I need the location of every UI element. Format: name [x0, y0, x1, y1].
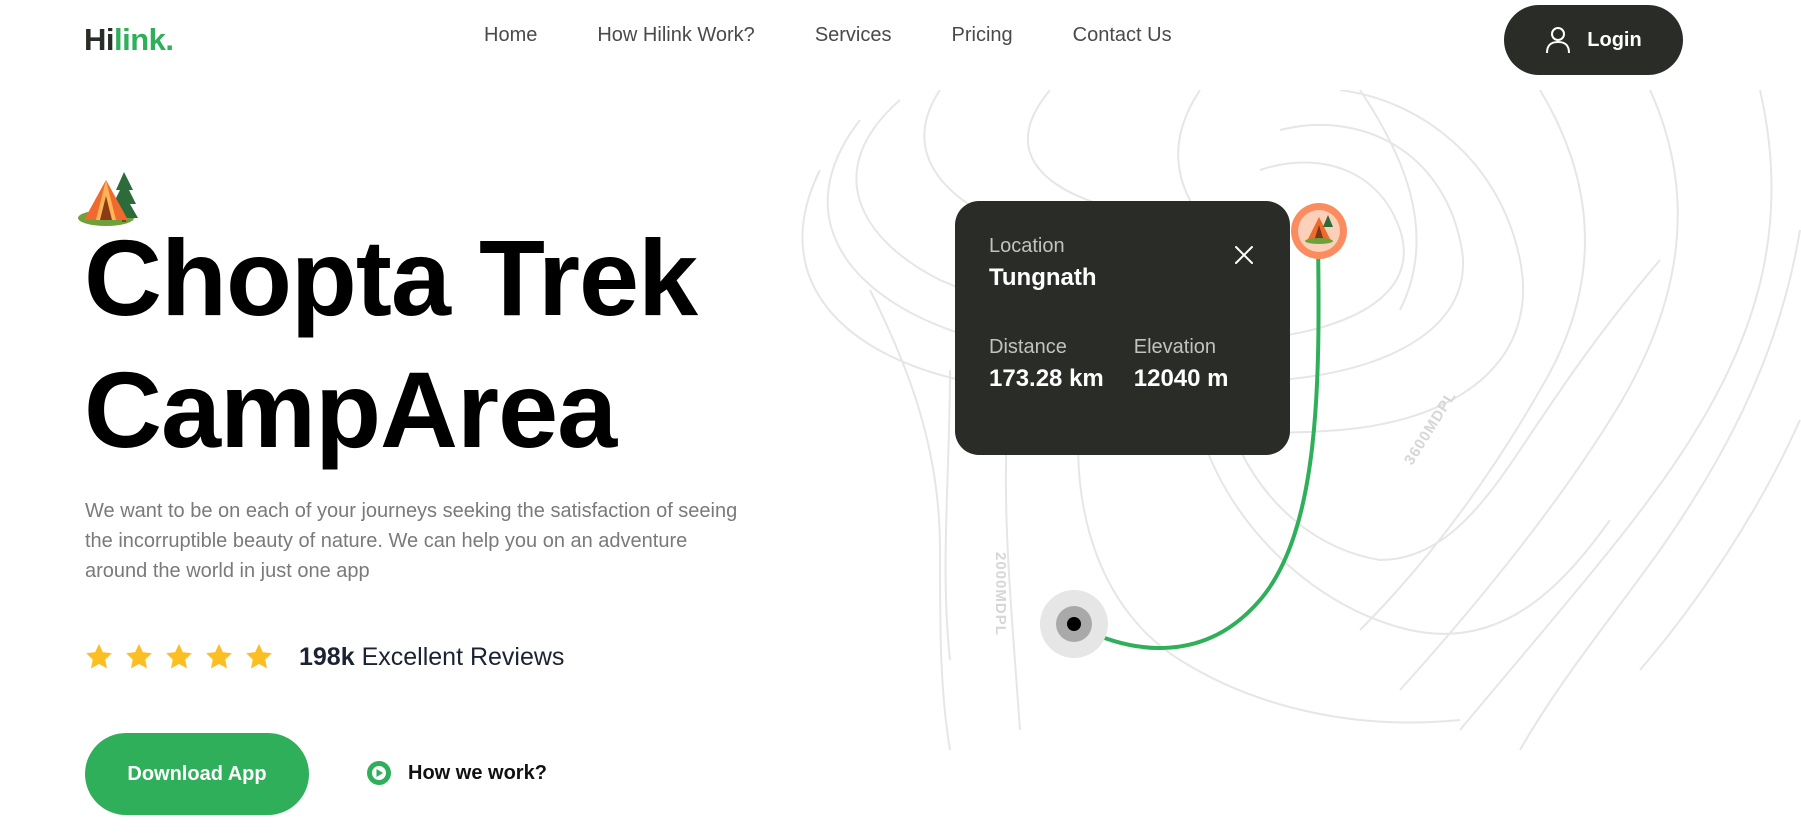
- hero-title: Chopta Trek CampArea: [84, 212, 804, 476]
- close-icon[interactable]: [1234, 245, 1254, 265]
- brand-name-part1: Hi: [84, 22, 115, 57]
- trek-map: 2000MDPL 3600MDPL: [801, 90, 1801, 750]
- card-stats: Distance 173.28 km Elevation 12040 m: [989, 336, 1256, 393]
- star-icon: [126, 643, 152, 669]
- brand-logo[interactable]: Hilink.: [84, 22, 174, 58]
- how-we-work-label: How we work?: [408, 761, 547, 784]
- nav-item-contact[interactable]: Contact Us: [1073, 24, 1172, 47]
- login-label: Login: [1587, 28, 1642, 51]
- location-value: Tungnath: [989, 264, 1097, 291]
- star-icon: [86, 643, 112, 669]
- location-label: Location: [989, 235, 1065, 257]
- reviews-label: Excellent Reviews: [361, 643, 565, 671]
- nav-item-home[interactable]: Home: [484, 24, 537, 47]
- distance-label: Distance: [989, 336, 1067, 358]
- rating-stars: [84, 642, 274, 672]
- location-card: Location Tungnath Distance 173.28 km Ele…: [955, 201, 1290, 455]
- elevation-label: Elevation: [1133, 336, 1217, 358]
- contour-label-3600: 3600MDPL: [1401, 388, 1460, 468]
- star-icon: [246, 643, 272, 669]
- reviews-count: 198k: [299, 643, 355, 671]
- hero-description: We want to be on each of your journeys s…: [85, 500, 738, 582]
- hero-title-line1: Chopta Trek: [84, 217, 698, 338]
- nav-item-how-it-works[interactable]: How Hilink Work?: [597, 24, 754, 47]
- nav-item-pricing[interactable]: Pricing: [952, 24, 1013, 47]
- how-we-work-link[interactable]: How we work?: [366, 760, 547, 786]
- reviews-summary: 198k Excellent Reviews: [299, 643, 564, 672]
- start-point: [1067, 617, 1081, 631]
- star-icon: [206, 643, 232, 669]
- user-icon: [1546, 27, 1571, 54]
- hero-title-line2: CampArea: [84, 349, 617, 470]
- brand-name-part2: link.: [114, 22, 174, 57]
- distance-value: 173.28 km: [989, 365, 1104, 392]
- contour-lines: [801, 90, 1801, 750]
- elevation-stat: Elevation 12040 m: [1134, 336, 1229, 393]
- download-app-label: Download App: [127, 762, 267, 785]
- login-button[interactable]: Login: [1504, 5, 1683, 75]
- download-app-button[interactable]: Download App: [85, 733, 309, 815]
- play-icon: [367, 761, 391, 785]
- destination-pin: [1291, 203, 1347, 259]
- contour-label-2000: 2000MDPL: [992, 552, 1009, 636]
- main-nav: Home How Hilink Work? Services Pricing C…: [484, 24, 1232, 47]
- distance-stat: Distance 173.28 km: [989, 336, 1104, 393]
- star-icon: [166, 643, 192, 669]
- elevation-value: 12040 m: [1133, 365, 1229, 392]
- nav-item-services[interactable]: Services: [815, 24, 892, 47]
